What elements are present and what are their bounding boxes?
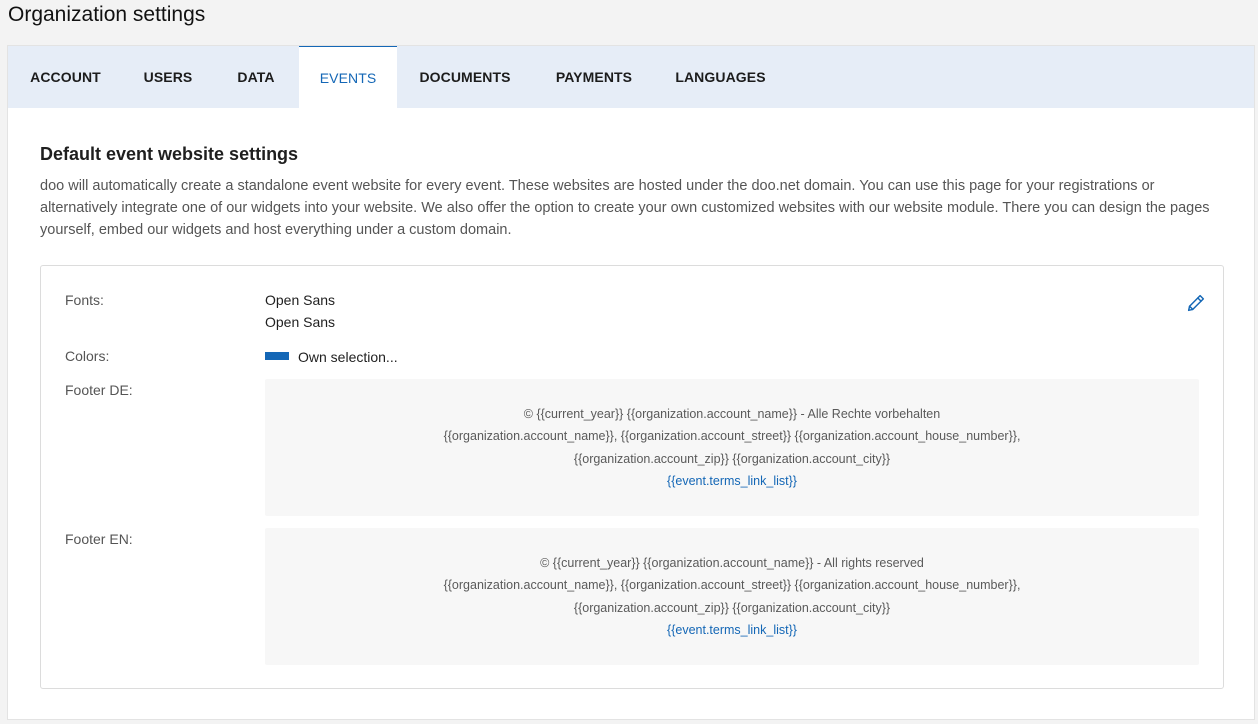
tab-payments[interactable]: PAYMENTS <box>533 46 655 108</box>
tab-users[interactable]: USERS <box>123 46 213 108</box>
edit-settings-button[interactable] <box>1185 292 1207 314</box>
tab-documents[interactable]: DOCUMENTS <box>397 46 533 108</box>
settings-panel: ACCOUNT USERS DATA EVENTS DOCUMENTS PAYM… <box>7 45 1255 720</box>
colors-value: Own selection... <box>265 346 398 368</box>
tab-label: PAYMENTS <box>555 69 633 85</box>
footer-de-line-1: © {{current_year}} {{organization.accoun… <box>523 407 941 421</box>
tab-label: DOCUMENTS <box>419 69 511 85</box>
colors-selection: Own selection... <box>298 349 398 365</box>
footer-en-line-3: {{organization.account_zip}} {{organizat… <box>573 600 891 615</box>
footer-de-terms-link: {{event.terms_link_list}} <box>667 473 797 488</box>
fonts-label: Fonts: <box>65 292 104 308</box>
tab-label: DATA <box>237 69 275 85</box>
tab-bar: ACCOUNT USERS DATA EVENTS DOCUMENTS PAYM… <box>8 46 1254 108</box>
tab-data[interactable]: DATA <box>213 46 299 108</box>
tab-label: LANGUAGES <box>675 69 766 85</box>
footer-en-label: Footer EN: <box>65 531 133 547</box>
pencil-icon <box>1187 294 1205 312</box>
website-settings-card: Fonts: Open Sans Open Sans Colors: Own s… <box>40 265 1224 689</box>
tab-label: EVENTS <box>319 69 377 86</box>
tab-events[interactable]: EVENTS <box>299 46 397 108</box>
footer-de-line-3: {{organization.account_zip}} {{organizat… <box>573 451 891 466</box>
font-body: Open Sans <box>265 314 336 330</box>
tab-account[interactable]: ACCOUNT <box>8 46 123 108</box>
footer-en-line-2: {{organization.account_name}}, {{organiz… <box>443 578 1021 593</box>
fonts-value: Open Sans Open Sans <box>265 289 335 333</box>
footer-en-preview: © {{current_year}} {{organization.accoun… <box>265 528 1199 665</box>
section-title: Default event website settings <box>40 144 299 164</box>
footer-de-line-2: {{organization.account_name}}, {{organiz… <box>443 429 1021 444</box>
footer-en-terms-link: {{event.terms_link_list}} <box>667 622 797 637</box>
page-title: Organization settings <box>8 3 206 26</box>
footer-de-preview: © {{current_year}} {{organization.accoun… <box>265 379 1199 516</box>
color-swatch <box>265 352 289 361</box>
tab-label: ACCOUNT <box>30 69 101 85</box>
colors-label: Colors: <box>65 348 110 364</box>
tab-languages[interactable]: LANGUAGES <box>655 46 786 108</box>
section-description: doo will automatically create a standalo… <box>40 178 1210 238</box>
footer-de-label: Footer DE: <box>65 382 133 398</box>
font-heading: Open Sans <box>265 292 336 308</box>
tab-label: USERS <box>143 69 193 85</box>
footer-en-line-1: © {{current_year}} {{organization.accoun… <box>540 556 924 570</box>
